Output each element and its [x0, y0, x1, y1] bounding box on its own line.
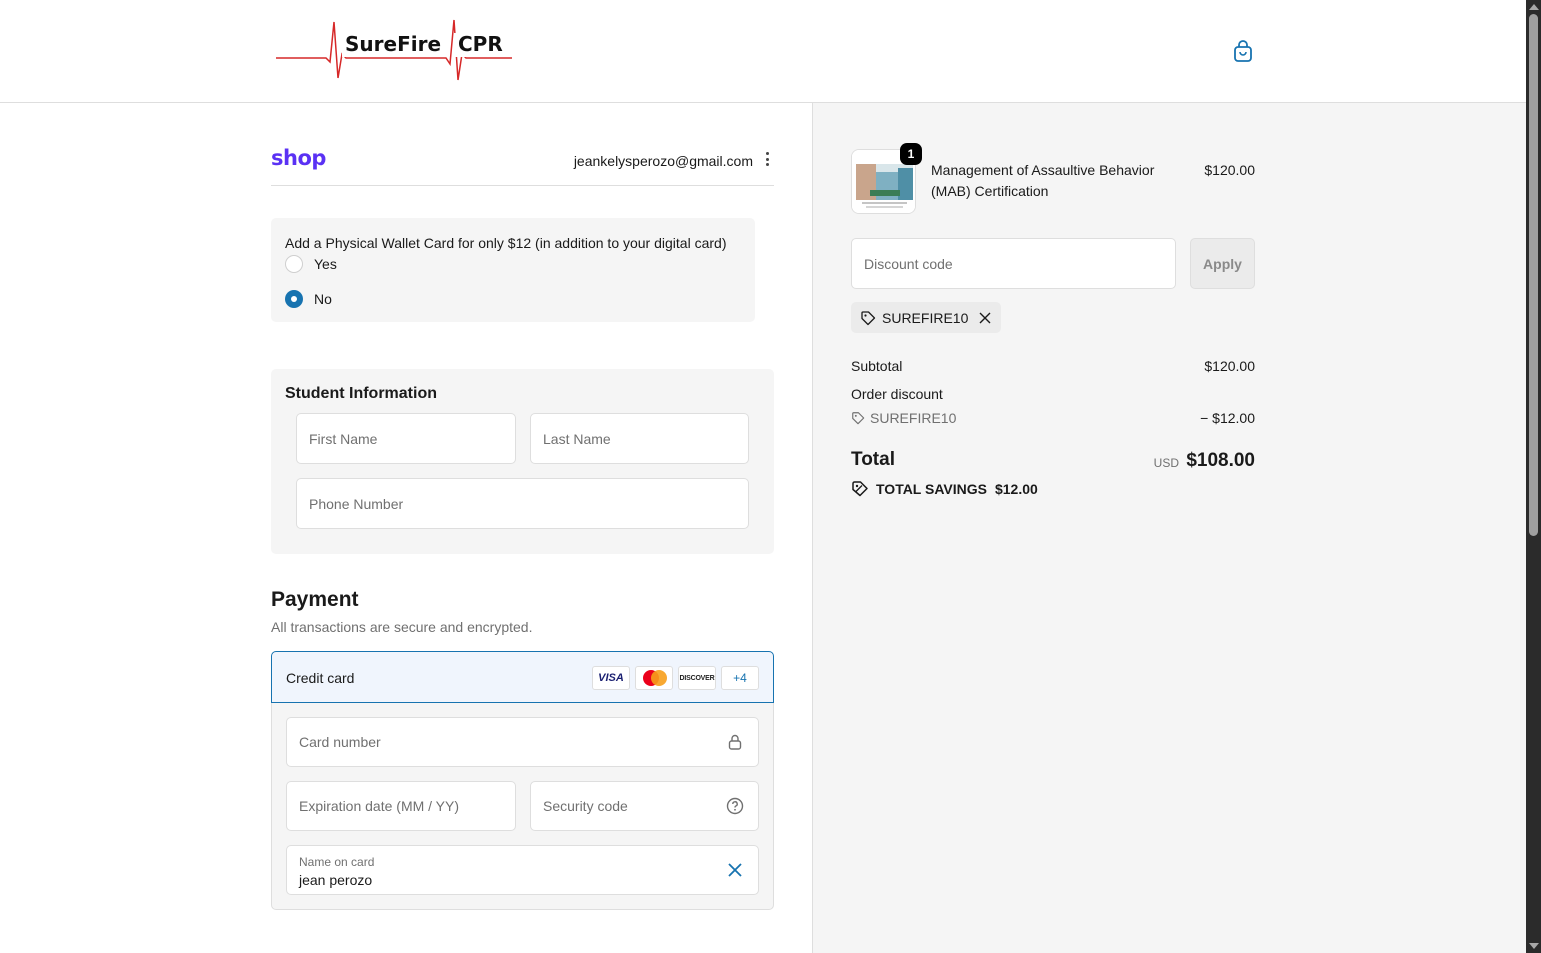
kebab-menu-icon[interactable]: [764, 152, 770, 168]
total-savings-row: TOTAL SAVINGS $12.00: [851, 480, 1038, 498]
card-number-placeholder: Card number: [299, 734, 381, 750]
credit-card-form: Card number Expiration date (MM / YY) Se…: [271, 703, 774, 910]
wallet-card-question-box: Add a Physical Wallet Card for only $12 …: [271, 218, 755, 322]
account-email: jeankelysperozo@gmail.com: [573, 153, 753, 169]
card-brand-logos: VISA DISCOVER +4: [592, 666, 759, 690]
discover-logo: DISCOVER: [678, 666, 716, 690]
total-currency: USD: [1153, 456, 1179, 470]
page-scrollbar[interactable]: [1526, 0, 1541, 953]
order-discount-row: Order discount: [851, 386, 1255, 402]
surefire-cpr-logo[interactable]: SureFire CPR: [274, 18, 514, 82]
clear-icon[interactable]: [726, 861, 744, 879]
shop-pay-logo[interactable]: shop: [271, 146, 326, 170]
total-label: Total: [851, 449, 895, 470]
mastercard-logo: [635, 666, 673, 690]
first-name-placeholder: First Name: [309, 430, 378, 447]
wallet-option-no[interactable]: No: [285, 290, 332, 308]
card-number-field[interactable]: Card number: [286, 717, 759, 767]
lock-icon: [726, 733, 744, 751]
applied-discount-code: SUREFIRE10: [882, 309, 969, 326]
apply-discount-button[interactable]: Apply: [1190, 238, 1255, 289]
discount-code-input[interactable]: Discount code: [851, 238, 1176, 289]
name-on-card-value: jean perozo: [299, 872, 373, 888]
total-savings-value: $12.00: [994, 481, 1038, 497]
scroll-up-arrow-icon[interactable]: [1529, 4, 1539, 10]
product-name: Management of Assaultive Behavior (MAB) …: [931, 162, 1155, 199]
total-row: Total USD $108.00: [851, 449, 1255, 475]
student-information-section: Student Information First Name Last Name…: [271, 369, 774, 554]
subtotal-label: Subtotal: [851, 358, 903, 374]
discount-code-row: SUREFIRE10 − $12.00: [851, 410, 1255, 426]
payment-title: Payment: [271, 588, 359, 611]
brand-name-left: SureFire: [345, 32, 442, 56]
quantity-badge: 1: [900, 143, 922, 165]
name-on-card-label: Name on card: [299, 855, 375, 869]
discount-value: − $12.00: [1200, 410, 1255, 426]
security-code-field[interactable]: Security code: [530, 781, 759, 831]
more-card-brands-badge[interactable]: +4: [721, 666, 759, 690]
discount-code-placeholder: Discount code: [864, 256, 953, 272]
subtotal-row: Subtotal $120.00: [851, 358, 1255, 374]
name-on-card-field[interactable]: Name on card jean perozo: [286, 845, 759, 895]
discount-code-name: SUREFIRE10: [870, 410, 957, 426]
radio-yes[interactable]: [285, 255, 303, 273]
radio-no[interactable]: [285, 290, 303, 308]
security-code-placeholder: Security code: [543, 798, 628, 814]
first-name-field[interactable]: First Name: [296, 413, 516, 464]
site-header: SureFire CPR: [0, 0, 1526, 103]
shopping-bag-icon[interactable]: [1230, 38, 1256, 64]
phone-number-placeholder: Phone Number: [309, 495, 404, 512]
savings-tag-icon: [852, 481, 868, 497]
tag-icon: [852, 412, 865, 425]
subtotal-value: $120.00: [1204, 358, 1255, 374]
last-name-field[interactable]: Last Name: [530, 413, 749, 464]
scrollbar-thumb[interactable]: [1529, 14, 1538, 536]
product-price: $120.00: [1204, 162, 1255, 178]
wallet-option-yes[interactable]: Yes: [285, 255, 337, 273]
payment-subtitle: All transactions are secure and encrypte…: [271, 619, 533, 635]
credit-card-label: Credit card: [286, 670, 355, 686]
phone-number-field[interactable]: Phone Number: [296, 478, 749, 529]
student-information-title: Student Information: [285, 385, 437, 402]
tag-icon: [861, 310, 876, 325]
expiration-date-field[interactable]: Expiration date (MM / YY): [286, 781, 516, 831]
total-amount: $108.00: [1186, 450, 1255, 471]
help-circle-icon[interactable]: [726, 797, 744, 815]
radio-label-no: No: [314, 291, 332, 307]
order-summary-panel: [812, 103, 1526, 953]
visa-logo: VISA: [592, 666, 630, 690]
brand-name-right: CPR: [458, 32, 503, 56]
wallet-card-question: Add a Physical Wallet Card for only $12 …: [285, 235, 727, 251]
shop-account-row: shop jeankelysperozo@gmail.com: [271, 140, 774, 186]
last-name-placeholder: Last Name: [543, 430, 611, 447]
expiration-date-placeholder: Expiration date (MM / YY): [299, 798, 460, 814]
order-discount-label: Order discount: [851, 386, 943, 402]
remove-discount-icon[interactable]: [979, 312, 991, 324]
total-savings-label: TOTAL SAVINGS: [876, 481, 987, 497]
radio-label-yes: Yes: [314, 256, 337, 272]
applied-discount-chip: SUREFIRE10: [851, 302, 1002, 333]
credit-card-option[interactable]: Credit card VISA DISCOVER +4: [271, 651, 774, 703]
scroll-down-arrow-icon[interactable]: [1529, 943, 1539, 949]
